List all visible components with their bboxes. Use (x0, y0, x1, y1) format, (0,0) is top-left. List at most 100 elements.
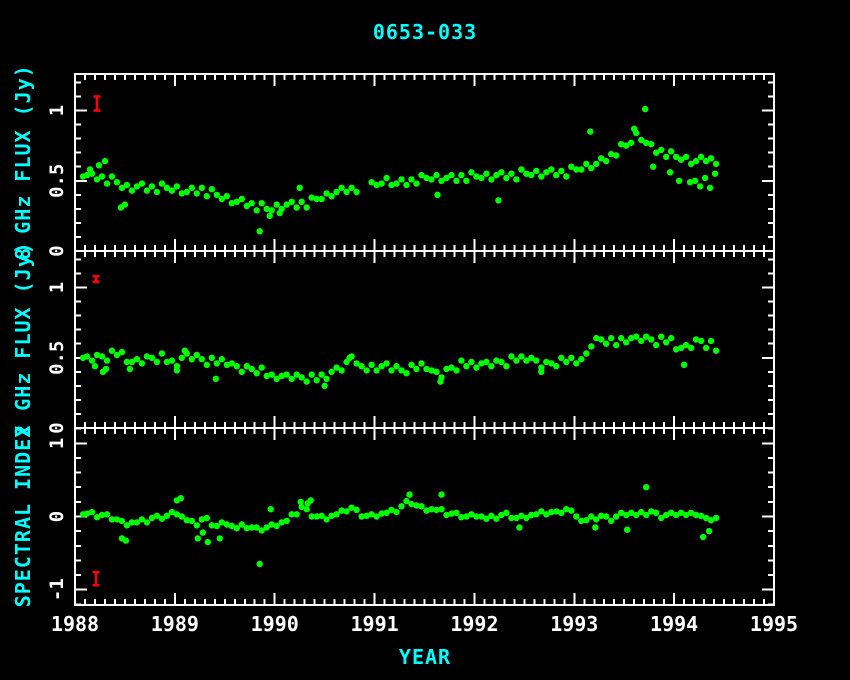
data-point (104, 357, 110, 363)
data-point (393, 363, 399, 369)
data-point (109, 173, 115, 179)
data-point (123, 537, 129, 543)
data-point (209, 355, 215, 361)
data-point (104, 180, 110, 186)
data-point (388, 367, 394, 373)
data-point (129, 187, 135, 193)
data-point (408, 362, 414, 368)
data-point (642, 106, 648, 112)
data-point (653, 342, 659, 348)
data-point (234, 363, 240, 369)
data-point (169, 357, 175, 363)
data-point (578, 356, 584, 362)
data-point (299, 199, 305, 205)
data-point (648, 336, 654, 342)
data-point (373, 367, 379, 373)
data-point (408, 176, 414, 182)
data-point (200, 529, 206, 535)
data-point (368, 362, 374, 368)
data-point (104, 511, 110, 517)
data-point (516, 524, 522, 530)
data-point (663, 339, 669, 345)
data-point (224, 193, 230, 199)
data-point (650, 164, 656, 170)
data-point (124, 182, 130, 188)
data-point (284, 518, 290, 524)
data-point (587, 128, 593, 134)
data-point (513, 357, 519, 363)
data-point (413, 366, 419, 372)
data-point (563, 359, 569, 365)
data-point (89, 509, 95, 515)
data-point (433, 369, 439, 375)
data-point (453, 367, 459, 373)
data-point (119, 349, 125, 355)
data-point (269, 371, 275, 377)
data-point (473, 364, 479, 370)
data-point (458, 357, 464, 363)
data-point (653, 510, 659, 516)
data-point (583, 161, 589, 167)
data-point (697, 183, 703, 189)
data-point (358, 363, 364, 369)
data-point (199, 356, 205, 362)
data-point (378, 180, 384, 186)
data-point (89, 357, 95, 363)
data-point (398, 503, 404, 509)
data-point (518, 353, 524, 359)
data-point (92, 363, 98, 369)
data-point (318, 196, 324, 202)
data-point (631, 126, 637, 132)
data-point (284, 371, 290, 377)
data-point (463, 363, 469, 369)
data-point (437, 378, 443, 384)
data-point (353, 507, 359, 513)
data-point (269, 207, 275, 213)
x-tick-label: 1989 (151, 612, 199, 636)
data-point (593, 161, 599, 167)
data-point (603, 158, 609, 164)
data-point (533, 357, 539, 363)
data-point (174, 367, 180, 373)
data-point (239, 369, 245, 375)
data-point (468, 359, 474, 365)
data-point (508, 353, 514, 359)
data-point (578, 166, 584, 172)
data-point (568, 355, 574, 361)
data-point (498, 169, 504, 175)
data-point (257, 228, 263, 234)
data-point (304, 506, 310, 512)
data-point (603, 513, 609, 519)
data-point (328, 369, 334, 375)
data-point (159, 350, 165, 356)
y-tick-label: 0.5 (46, 341, 68, 375)
data-point (99, 353, 105, 359)
data-point (713, 161, 719, 167)
data-point (209, 186, 215, 192)
data-point (154, 359, 160, 365)
data-point (643, 484, 649, 490)
data-point (498, 359, 504, 365)
x-tick-label: 1992 (450, 612, 498, 636)
data-point (149, 183, 155, 189)
x-tick-label: 1991 (350, 612, 398, 636)
data-point (217, 535, 223, 541)
data-point (403, 182, 409, 188)
data-point (608, 518, 614, 524)
data-point (658, 147, 664, 153)
data-point (608, 335, 614, 341)
data-point (633, 334, 639, 340)
data-point (573, 513, 579, 519)
data-point (403, 370, 409, 376)
data-point (583, 350, 589, 356)
data-point (184, 189, 190, 195)
data-point (328, 193, 334, 199)
y-tick-label: 0 (46, 511, 68, 522)
data-point (214, 360, 220, 366)
data-point (592, 524, 598, 530)
x-tick-label: 1995 (750, 612, 798, 636)
data-point (518, 166, 524, 172)
data-point (249, 200, 255, 206)
data-point (624, 527, 630, 533)
data-point (257, 561, 263, 567)
